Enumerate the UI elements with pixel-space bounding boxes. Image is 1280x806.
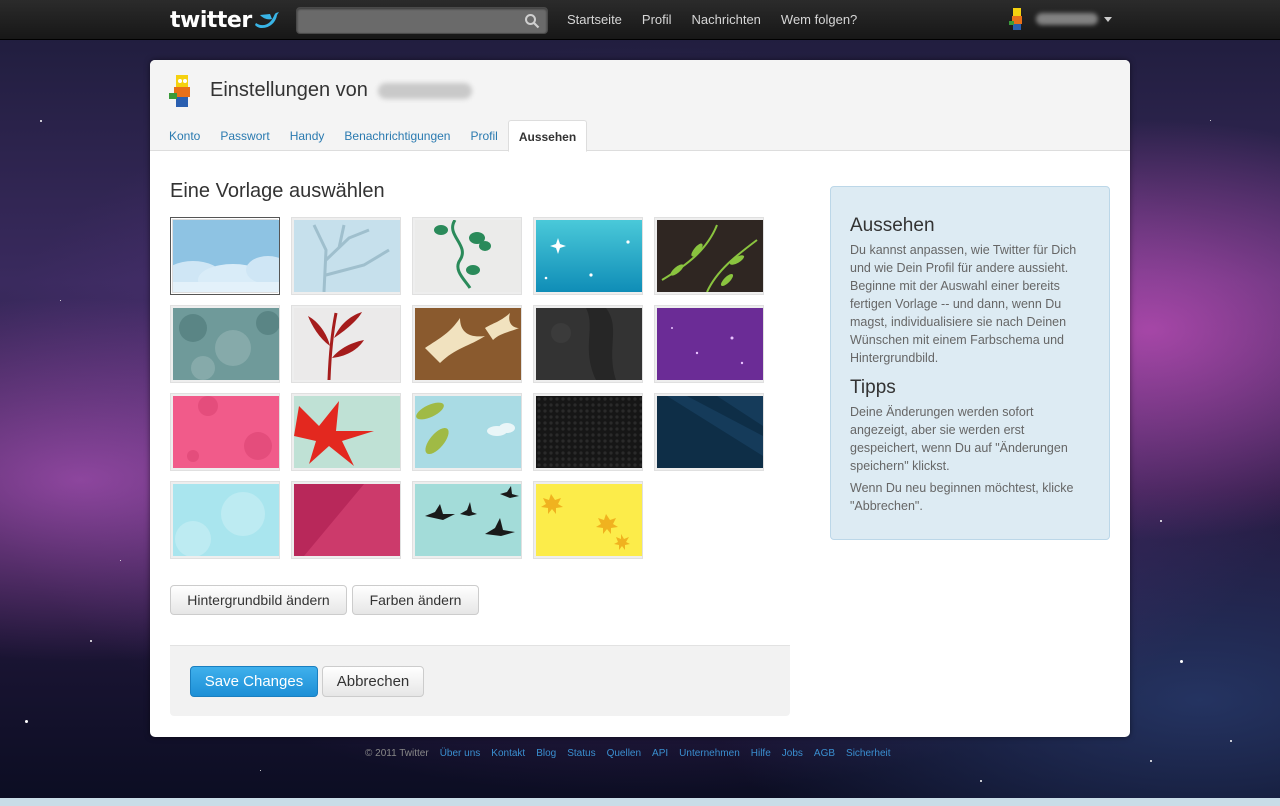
nav-messages[interactable]: Nachrichten — [682, 0, 771, 40]
footer-link-jobs[interactable]: Jobs — [782, 748, 803, 759]
footer-link-resources[interactable]: Quellen — [607, 748, 641, 759]
bottom-strip — [0, 798, 1280, 806]
theme-thumb-red-plant[interactable] — [291, 305, 401, 383]
tab-password[interactable]: Passwort — [210, 120, 279, 151]
footer-link-status[interactable]: Status — [567, 748, 595, 759]
tips-text-2: Wenn Du neu beginnen möchtest, klicke "A… — [850, 481, 1074, 513]
page-title: Einstellungen von — [210, 79, 472, 102]
footer-link-security[interactable]: Sicherheit — [846, 748, 890, 759]
user-menu[interactable] — [1008, 7, 1112, 31]
change-background-button[interactable]: Hintergrundbild ändern — [170, 585, 347, 615]
theme-thumb-crimson-diagonal[interactable] — [291, 481, 401, 559]
theme-thumb-black-birds[interactable] — [412, 481, 522, 559]
panel-header: Einstellungen von Konto Passwort Handy B… — [150, 60, 1130, 152]
profile-avatar — [169, 75, 190, 107]
theme-thumb-red-leaves[interactable] — [291, 393, 401, 471]
theme-thumb-leaves-dark[interactable] — [654, 217, 764, 295]
footer: © 2011 Twitter Über uns Kontakt Blog Sta… — [365, 748, 891, 759]
footer-link-business[interactable]: Unternehmen — [679, 748, 740, 759]
username-redacted — [1036, 13, 1098, 25]
search-box[interactable] — [296, 7, 548, 34]
footer-link-blog[interactable]: Blog — [536, 748, 556, 759]
nav-home[interactable]: Startseite — [557, 0, 632, 40]
top-nav: Startseite Profil Nachrichten Wem folgen… — [557, 0, 867, 40]
cancel-button[interactable]: Abbrechen — [322, 666, 424, 697]
footer-link-terms[interactable]: AGB — [814, 748, 835, 759]
theme-thumb-rays-navy[interactable] — [654, 393, 764, 471]
footer-link-contact[interactable]: Kontakt — [491, 748, 525, 759]
tips-heading: Tipps — [850, 377, 896, 398]
section-title: Eine Vorlage auswählen — [170, 180, 385, 202]
twitter-logo[interactable]: twitter — [170, 6, 280, 34]
theme-thumb-purple-stars[interactable] — [654, 305, 764, 383]
footer-link-about[interactable]: Über uns — [440, 748, 481, 759]
sidebar-heading: Aussehen — [850, 215, 935, 236]
theme-thumb-dark-grunge[interactable] — [533, 305, 643, 383]
change-colors-button[interactable]: Farben ändern — [352, 585, 479, 615]
logo-text: twitter — [170, 7, 252, 33]
page-title-text: Einstellungen von — [210, 79, 368, 101]
sidebar-text: Du kannst anpassen, wie Twitter für Dich… — [850, 243, 1077, 365]
theme-thumb-leaves-sky[interactable] — [412, 393, 522, 471]
tab-design[interactable]: Aussehen — [507, 120, 588, 152]
avatar — [1009, 8, 1022, 30]
footer-link-help[interactable]: Hilfe — [751, 748, 771, 759]
theme-thumb-pink-flowers[interactable] — [170, 393, 280, 471]
settings-panel: Einstellungen von Konto Passwort Handy B… — [150, 60, 1130, 737]
nav-profile[interactable]: Profil — [632, 0, 682, 40]
theme-thumb-trees-teal[interactable] — [170, 305, 280, 383]
save-button[interactable]: Save Changes — [190, 666, 318, 697]
footer-link-api[interactable]: API — [652, 748, 668, 759]
settings-tabs: Konto Passwort Handy Benachrichtigungen … — [159, 120, 588, 152]
top-bar: twitter Startseite Profil Nachrichten We… — [0, 0, 1280, 40]
theme-thumb-hex-black[interactable] — [533, 393, 643, 471]
tab-notifications[interactable]: Benachrichtigungen — [334, 120, 460, 151]
theme-thumb-branches[interactable] — [291, 217, 401, 295]
form-actions: Save Changes Abbrechen — [170, 645, 790, 716]
info-sidebar: Aussehen Du kannst anpassen, wie Twitter… — [830, 186, 1110, 540]
theme-thumb-light-cyan[interactable] — [170, 481, 280, 559]
theme-thumb-yellow-maple[interactable] — [533, 481, 643, 559]
theme-thumb-birds-brown[interactable] — [412, 305, 522, 383]
username-redacted — [377, 82, 472, 99]
tab-account[interactable]: Konto — [159, 120, 210, 151]
chevron-down-icon[interactable] — [1104, 16, 1112, 22]
theme-thumb-clouds[interactable] — [170, 217, 280, 295]
theme-thumb-sparkle-cyan[interactable] — [533, 217, 643, 295]
tips-text: Deine Änderungen werden sofort angezeigt… — [850, 405, 1068, 473]
nav-who-to-follow[interactable]: Wem folgen? — [771, 0, 867, 40]
search-icon[interactable] — [524, 13, 540, 29]
search-input[interactable] — [297, 8, 519, 33]
theme-thumb-green-vine[interactable] — [412, 217, 522, 295]
bird-icon — [254, 12, 279, 28]
tab-mobile[interactable]: Handy — [280, 120, 335, 151]
copyright: © 2011 Twitter — [365, 748, 429, 759]
tab-profile[interactable]: Profil — [460, 120, 507, 151]
